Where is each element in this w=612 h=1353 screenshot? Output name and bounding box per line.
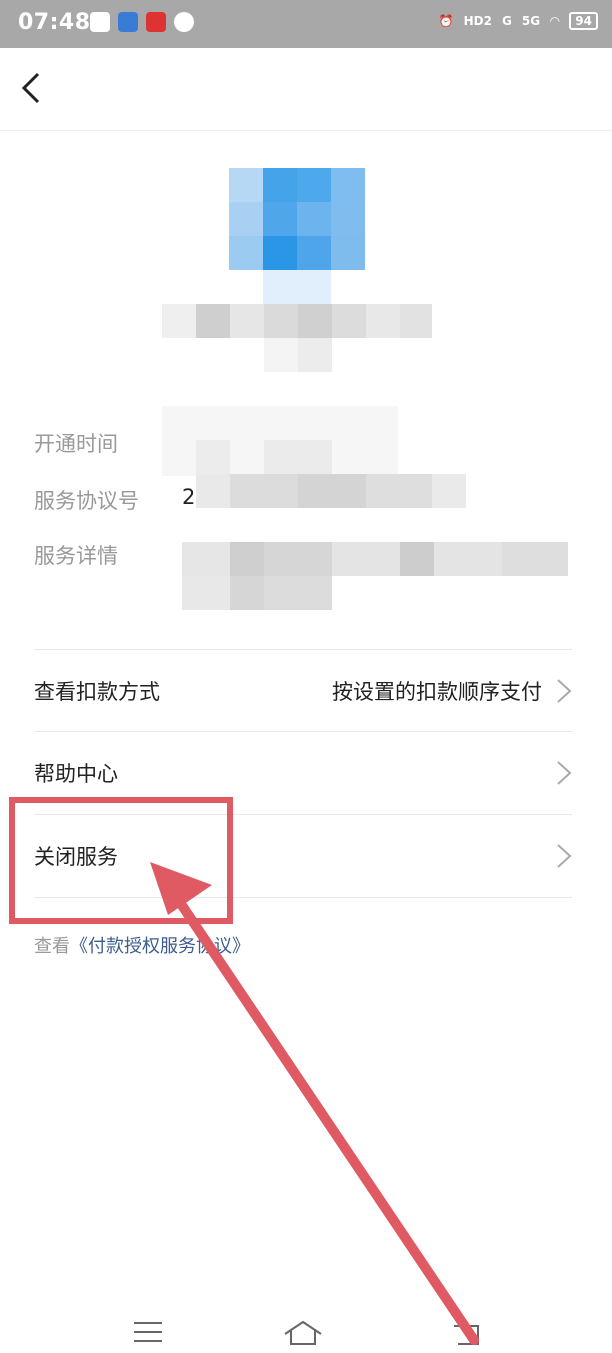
annotation-arrow-icon [150,862,479,1345]
